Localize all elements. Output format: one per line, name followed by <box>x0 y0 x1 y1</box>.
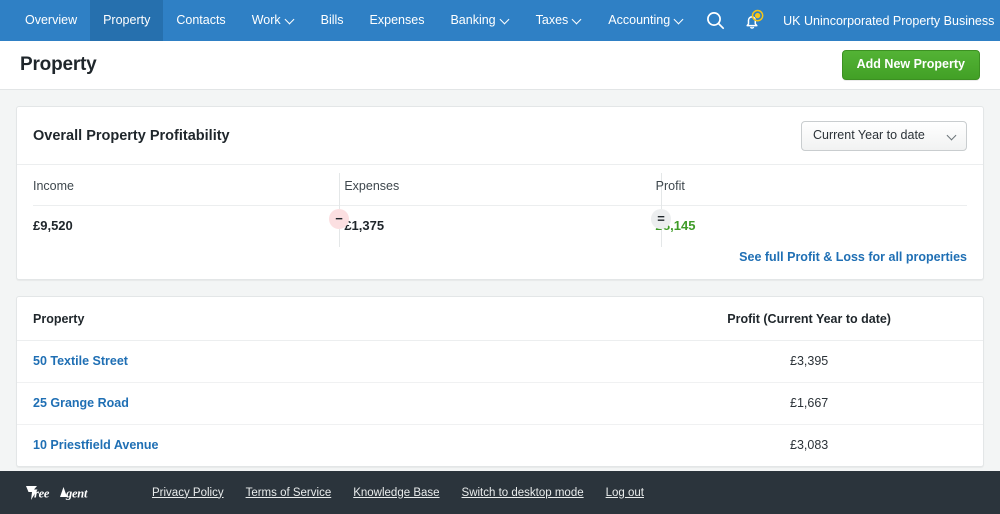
profitability-card-header: Overall Property Profitability Current Y… <box>17 107 983 165</box>
expenses-label: Expenses <box>344 165 645 205</box>
profit-value: £8,145 <box>656 206 957 247</box>
table-row: 25 Grange Road £1,667 <box>17 383 983 425</box>
minus-icon: − <box>335 212 343 225</box>
chevron-down-icon <box>675 15 684 24</box>
nav-utility-area: UK Unincorporated Property Business <box>697 0 1000 41</box>
table-row: 10 Priestfield Avenue £3,083 <box>17 425 983 467</box>
minus-operator-badge: − <box>329 209 349 229</box>
freeagent-logo-icon: ree gent <box>24 483 116 503</box>
freeagent-logo: ree gent <box>24 483 116 503</box>
nav-item-contacts[interactable]: Contacts <box>163 0 238 41</box>
figure-column-income: Income <box>33 165 344 205</box>
nav-item-expenses[interactable]: Expenses <box>357 0 438 41</box>
table-row: 50 Textile Street £3,395 <box>17 341 983 383</box>
property-profit-cell: £3,395 <box>635 341 983 383</box>
property-name-cell: 25 Grange Road <box>17 383 635 425</box>
add-new-property-button[interactable]: Add New Property <box>842 50 980 80</box>
property-name-cell: 10 Priestfield Avenue <box>17 425 635 467</box>
page-footer: ree gent Privacy Policy Terms of Service… <box>0 471 1000 514</box>
nav-item-overview[interactable]: Overview <box>12 0 90 41</box>
footer-link-terms-of-service[interactable]: Terms of Service <box>246 487 332 499</box>
nav-item-accounting[interactable]: Accounting <box>595 0 697 41</box>
nav-item-work[interactable]: Work <box>239 0 308 41</box>
period-select[interactable]: Current Year to date Last Year All time <box>801 121 967 151</box>
nav-item-bills[interactable]: Bills <box>308 0 357 41</box>
property-name-cell: 50 Textile Street <box>17 341 635 383</box>
nav-item-property[interactable]: Property <box>90 0 163 41</box>
app-root: Overview Property Contacts Work Bills Ex… <box>0 0 1000 514</box>
footer-link-switch-to-desktop-mode[interactable]: Switch to desktop mode <box>462 487 584 499</box>
figure-column-expenses: Expenses <box>344 165 655 205</box>
nav-items: Overview Property Contacts Work Bills Ex… <box>0 0 697 41</box>
main-content: Overall Property Profitability Current Y… <box>0 90 1000 471</box>
search-icon <box>706 11 725 30</box>
figure-value-column-profit: £8,145 <box>656 206 967 247</box>
nav-item-label: Work <box>252 14 281 27</box>
column-header-profit: Profit (Current Year to date) <box>635 297 983 341</box>
footer-link-knowledge-base[interactable]: Knowledge Base <box>353 487 439 499</box>
nav-item-banking[interactable]: Banking <box>437 0 522 41</box>
nav-item-label: Property <box>103 14 150 27</box>
nav-item-label: Overview <box>25 14 77 27</box>
property-table-card: Property Profit (Current Year to date) 5… <box>16 296 984 467</box>
equals-icon: = <box>657 212 665 225</box>
property-table: Property Profit (Current Year to date) 5… <box>17 297 983 466</box>
property-table-body: 50 Textile Street £3,395 25 Grange Road … <box>17 341 983 467</box>
nav-item-label: Expenses <box>370 14 425 27</box>
table-header-row: Property Profit (Current Year to date) <box>17 297 983 341</box>
bell-icon <box>741 9 765 33</box>
property-table-head: Property Profit (Current Year to date) <box>17 297 983 341</box>
top-navigation-bar: Overview Property Contacts Work Bills Ex… <box>0 0 1000 41</box>
footer-link-privacy-policy[interactable]: Privacy Policy <box>152 487 224 499</box>
figure-labels-row: Income Expenses Profit <box>33 165 967 205</box>
income-label: Income <box>33 165 334 205</box>
nav-item-label: Contacts <box>176 14 225 27</box>
profitability-title: Overall Property Profitability <box>33 128 230 144</box>
property-profit-cell: £1,667 <box>635 383 983 425</box>
equals-operator-badge: = <box>651 209 671 229</box>
property-link[interactable]: 50 Textile Street <box>33 354 128 368</box>
nav-item-label: Accounting <box>608 14 670 27</box>
search-button[interactable] <box>697 0 733 41</box>
profit-loss-link-row: See full Profit & Loss for all propertie… <box>17 247 983 279</box>
company-selector[interactable]: UK Unincorporated Property Business <box>773 14 1000 28</box>
overall-property-profitability-card: Overall Property Profitability Current Y… <box>16 106 984 280</box>
page-header: Property Add New Property <box>0 41 1000 90</box>
period-select-wrapper: Current Year to date Last Year All time <box>801 121 967 151</box>
income-value: £9,520 <box>33 206 334 247</box>
figure-value-column-expenses: £1,375 <box>344 206 655 247</box>
property-link[interactable]: 25 Grange Road <box>33 396 129 410</box>
profit-label: Profit <box>656 165 957 205</box>
expenses-value: £1,375 <box>344 206 645 247</box>
column-header-property: Property <box>17 297 635 341</box>
nav-item-taxes[interactable]: Taxes <box>523 0 596 41</box>
chevron-down-icon <box>286 15 295 24</box>
svg-text:ree: ree <box>34 486 50 500</box>
chevron-down-icon <box>573 15 582 24</box>
page-title: Property <box>20 54 97 76</box>
property-link[interactable]: 10 Priestfield Avenue <box>33 438 159 452</box>
nav-item-label: Taxes <box>536 14 569 27</box>
see-full-profit-loss-link[interactable]: See full Profit & Loss for all propertie… <box>739 250 967 264</box>
chevron-down-icon <box>501 15 510 24</box>
figure-column-profit: Profit <box>656 165 967 205</box>
figure-values-row: £9,520 £1,375 £8,145 <box>33 206 967 247</box>
svg-text:gent: gent <box>65 486 88 500</box>
profitability-figures: − = Income Expenses Profit <box>17 165 983 247</box>
nav-item-label: Banking <box>450 14 495 27</box>
notifications-button[interactable] <box>735 0 771 41</box>
figure-value-column-income: £9,520 <box>33 206 344 247</box>
footer-link-log-out[interactable]: Log out <box>606 487 644 499</box>
nav-item-label: Bills <box>321 14 344 27</box>
property-profit-cell: £3,083 <box>635 425 983 467</box>
company-name: UK Unincorporated Property Business <box>783 14 994 28</box>
